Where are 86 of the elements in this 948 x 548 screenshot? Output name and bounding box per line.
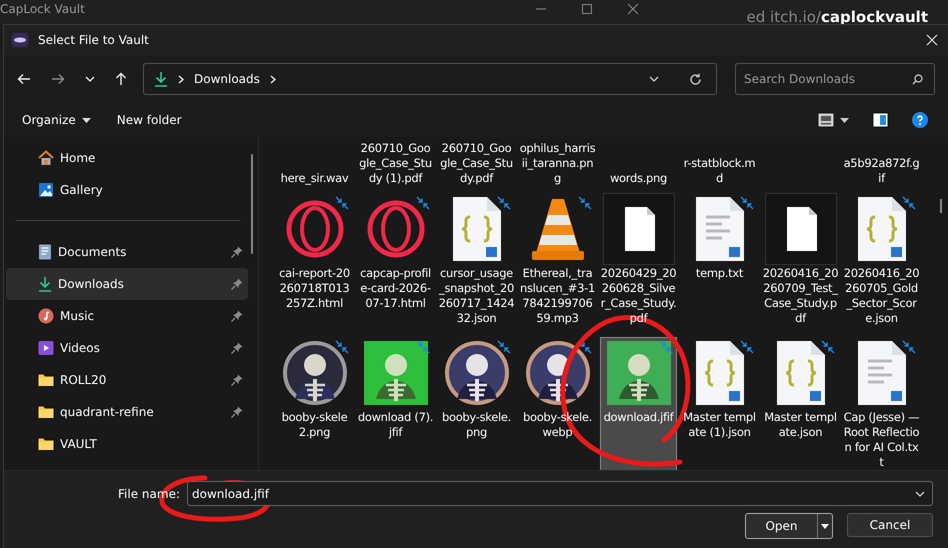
app-icon <box>12 33 28 47</box>
sidebar-item[interactable]: Videos <box>6 332 248 364</box>
file-item[interactable]: cursor_usage_snapshot_20260717_142432.json <box>438 193 515 331</box>
house-icon <box>38 150 54 166</box>
pin-icon[interactable] <box>231 374 243 386</box>
file-name: 260710_Google_Case_Study.pdf <box>439 141 514 186</box>
file-item[interactable]: download (7).jfif <box>357 337 434 470</box>
refresh-icon[interactable] <box>689 72 702 86</box>
file-item[interactable]: download.jfif <box>600 337 677 470</box>
json-file-icon <box>452 197 500 261</box>
ring-logo-icon <box>366 200 424 258</box>
file-item[interactable]: Master template.json <box>762 337 839 470</box>
text-file-icon <box>858 341 906 405</box>
video-icon <box>38 340 54 356</box>
search-icon <box>912 74 923 85</box>
address-bar[interactable]: Downloads <box>143 63 717 95</box>
blank-file-icon <box>602 193 674 265</box>
folder-icon <box>38 437 54 451</box>
sidebar-item[interactable]: ROLL20 <box>6 364 248 396</box>
file-name: r-statblock.md <box>682 156 756 186</box>
caret-icon <box>821 524 829 528</box>
pin-icon[interactable] <box>231 342 243 354</box>
file-item[interactable]: booby-skele.png <box>438 337 515 470</box>
file-item[interactable]: temp.txt <box>681 193 758 331</box>
sidebar-item[interactable]: Gallery <box>6 174 248 206</box>
file-item[interactable]: Master template (1).json <box>681 337 758 470</box>
chevron-right-icon[interactable] <box>270 74 276 84</box>
chevron-down-icon[interactable] <box>915 491 925 497</box>
music-icon <box>38 308 54 324</box>
file-item[interactable]: 20260416_20260705_Gold_Sector_Score.json <box>843 193 920 331</box>
file-name: a5b92a872f.gif <box>844 156 920 186</box>
image-icon <box>38 182 54 198</box>
text-file-icon <box>696 197 744 261</box>
pin-icon[interactable] <box>231 310 243 322</box>
back-icon[interactable] <box>17 73 31 85</box>
chevron-right-icon <box>178 74 184 84</box>
maximize-icon[interactable] <box>580 3 593 15</box>
folder-icon <box>38 405 54 419</box>
file-name: ophilus_harrisii_taranna.png <box>520 141 596 186</box>
up-icon[interactable] <box>115 72 127 86</box>
pin-icon[interactable] <box>231 406 243 418</box>
sidebar-item[interactable]: Music <box>6 300 248 332</box>
download-icon <box>38 276 52 292</box>
file-item[interactable]: booby-skele2.png <box>276 337 353 470</box>
dialog-title: Select File to Vault <box>38 33 149 47</box>
folder-icon <box>38 373 54 387</box>
caret-icon[interactable] <box>840 118 849 122</box>
sidebar-item[interactable]: quadrant-refine <box>6 396 248 428</box>
sidebar-item[interactable]: Home <box>6 142 248 174</box>
file-name: 260710_Google_Case_Study (1).pdf <box>358 141 433 186</box>
document-icon <box>38 244 52 260</box>
open-button[interactable]: Open <box>746 514 818 538</box>
ring-logo-icon <box>286 200 344 258</box>
chevron-down-icon[interactable] <box>649 76 659 82</box>
organize-button[interactable]: Organize <box>12 109 101 131</box>
sidebar-item[interactable]: Documents <box>6 236 248 268</box>
breadcrumb[interactable]: Downloads <box>194 72 260 86</box>
file-name: words.png <box>608 171 668 186</box>
sidebar-item[interactable]: Downloads <box>6 268 248 300</box>
open-menu-button[interactable] <box>818 514 832 538</box>
pin-icon[interactable] <box>231 278 243 290</box>
file-item[interactable]: 20260416_20260709_Test_Case_Study.pdf <box>762 193 839 331</box>
json-file-icon <box>858 197 906 261</box>
file-item[interactable]: Ethereal,_translucen_#3-1784219970659.mp3 <box>519 193 596 331</box>
pin-icon[interactable] <box>231 246 243 258</box>
file-item[interactable]: capcap-profile-card-2026-07-17.html <box>357 193 434 331</box>
sidebar-item[interactable]: VAULT <box>6 428 248 460</box>
file-name-field[interactable]: download.jfif <box>187 481 933 506</box>
help-icon[interactable] <box>912 112 928 128</box>
file-item[interactable]: cai-report-20260718T013257Z.html <box>276 193 353 331</box>
view-icon[interactable] <box>818 113 834 127</box>
url-text: ed itch.io/caplockvault <box>746 8 928 26</box>
file-item[interactable]: Cap (Jesse) — Root Reflection for AI Col.txt <box>843 337 920 470</box>
search-field[interactable]: Search Downloads <box>735 63 935 95</box>
traffic-cone-icon <box>530 197 586 261</box>
file-name: here_sir.wav <box>280 171 350 186</box>
cancel-button[interactable]: Cancel <box>847 513 933 537</box>
forward-icon[interactable] <box>51 73 65 85</box>
json-file-icon <box>696 341 744 405</box>
caret-icon <box>82 118 91 122</box>
window-title: CapLock Vault <box>0 1 85 16</box>
blank-file-icon <box>764 193 836 265</box>
json-file-icon <box>776 341 824 405</box>
new-folder-button[interactable]: New folder <box>106 109 192 131</box>
preview-pane-icon[interactable] <box>873 113 888 127</box>
download-icon <box>154 71 168 87</box>
